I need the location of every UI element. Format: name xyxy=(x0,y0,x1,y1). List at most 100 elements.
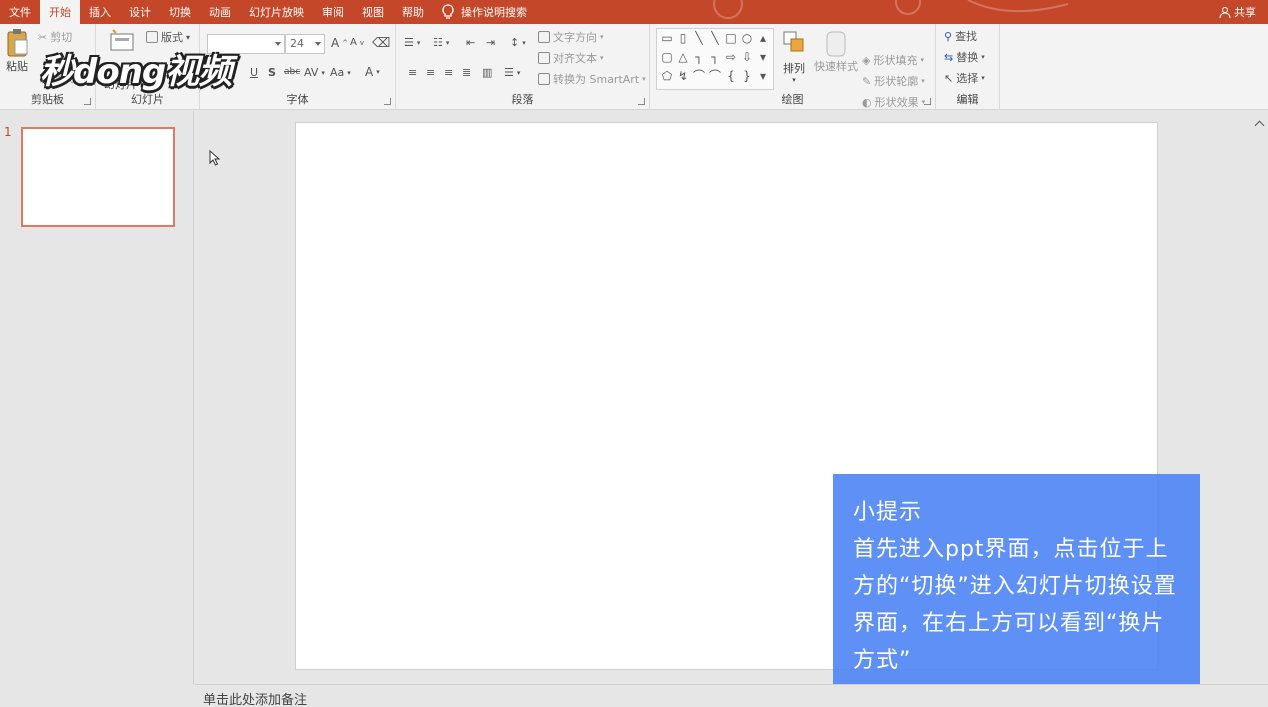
replace-button[interactable]: ⇆ 替换 ▾ xyxy=(944,49,985,65)
shape-fill-button[interactable]: ◈ 形状填充 ▾ xyxy=(862,52,924,68)
quick-styles-button[interactable]: 快速样式 xyxy=(814,30,858,74)
decrease-indent-icon: ⇤ xyxy=(466,36,476,49)
shape-gallery-item[interactable]: ┐ xyxy=(708,50,722,64)
shape-gallery-item[interactable]: } xyxy=(740,69,754,83)
numbering-button[interactable]: ☷ ▾ xyxy=(433,36,449,49)
tab-animations[interactable]: 动画 xyxy=(200,0,240,24)
decrease-indent-button[interactable]: ⇤ xyxy=(466,36,475,49)
replace-icon: ⇆ xyxy=(944,50,954,64)
arrange-button[interactable]: 排列 ▾ xyxy=(782,30,806,84)
tab-home[interactable]: 开始 xyxy=(40,0,80,24)
shape-gallery-item[interactable]: ⌒ xyxy=(708,69,722,83)
paste-button[interactable]: 粘贴 xyxy=(5,28,29,74)
select-button[interactable]: ↖ 选择 ▾ xyxy=(944,70,985,86)
shape-gallery-item[interactable]: ⇩ xyxy=(740,50,754,64)
search-icon: ⚲ xyxy=(944,29,953,43)
font-group-label: 字体 xyxy=(286,93,309,106)
justify-button[interactable]: ≣ xyxy=(462,66,471,79)
clipboard-icon xyxy=(7,29,28,57)
align-center-button[interactable]: ≡ xyxy=(426,66,435,79)
shape-gallery-item[interactable]: □ xyxy=(724,31,738,45)
ribbon-tab-bar: 文件 开始 插入 设计 切换 动画 幻灯片放映 审阅 视图 帮助 操作说明搜索 … xyxy=(0,0,1268,24)
chevron-down-icon: ▾ xyxy=(321,68,325,77)
share-button[interactable]: 共享 xyxy=(1219,0,1256,24)
slide-thumbnail[interactable] xyxy=(21,127,175,227)
shape-gallery-item[interactable]: ╲ xyxy=(708,31,722,45)
collapse-ribbon-icon[interactable] xyxy=(1254,120,1265,131)
grow-font-button[interactable]: A ^ xyxy=(331,36,348,50)
shape-gallery-item[interactable]: ┐ xyxy=(692,50,706,64)
italic-button[interactable]: I xyxy=(232,66,235,79)
shape-gallery-item[interactable]: △ xyxy=(676,50,690,64)
bullets-button[interactable]: ☰ ▾ xyxy=(404,36,420,49)
align-text-button[interactable]: 对齐文本 ▾ xyxy=(538,50,604,66)
paint-bucket-icon: ◈ xyxy=(862,53,871,67)
paragraph-group-label: 段落 xyxy=(511,93,534,106)
shape-outline-button[interactable]: ✎ 形状轮廓 ▾ xyxy=(862,73,925,89)
shrink-font-button[interactable]: Av xyxy=(350,37,364,48)
shape-gallery-item[interactable]: ▾ xyxy=(756,50,770,64)
shape-gallery-item[interactable]: ▢ xyxy=(660,50,674,64)
shape-gallery-item[interactable]: ⬠ xyxy=(660,69,674,83)
tab-design[interactable]: 设计 xyxy=(120,0,160,24)
text-direction-button[interactable]: 文字方向 ▾ xyxy=(538,29,604,45)
align-center-icon: ≡ xyxy=(426,66,436,79)
tab-view[interactable]: 视图 xyxy=(353,0,393,24)
chevron-down-icon: ▾ xyxy=(600,54,604,62)
smartart-button[interactable]: 转换为 SmartArt ▾ xyxy=(538,71,646,87)
shape-gallery-item[interactable]: ▭ xyxy=(660,31,674,45)
shape-gallery-item[interactable]: ↯ xyxy=(676,69,690,83)
char-spacing-button[interactable]: AV ▾ xyxy=(304,66,325,79)
layout-label: 版式 xyxy=(161,31,183,44)
shape-gallery-item[interactable]: ▯ xyxy=(676,31,690,45)
chevron-down-icon: ▾ xyxy=(416,38,421,47)
layout-button[interactable]: 版式 ▾ xyxy=(146,29,190,45)
change-case-button[interactable]: Aa ▾ xyxy=(330,66,351,79)
font-launcher[interactable] xyxy=(384,98,391,105)
line-spacing-button[interactable]: ↕ ▾ xyxy=(510,36,526,49)
columns-button[interactable]: ☰ ▾ xyxy=(504,66,520,79)
paste-label: 粘贴 xyxy=(6,60,28,73)
tab-review[interactable]: 审阅 xyxy=(313,0,353,24)
distributed-button[interactable]: ▥ xyxy=(482,66,492,79)
share-label: 共享 xyxy=(1234,6,1256,19)
chevron-down-icon: ▾ xyxy=(981,74,985,82)
shadow-button[interactable]: S xyxy=(268,66,276,79)
group-editing: ⚲ 查找 ⇆ 替换 ▾ ↖ 选择 ▾ 编辑 xyxy=(936,24,1000,110)
clipboard-launcher[interactable] xyxy=(84,98,91,105)
quick-styles-label: 快速样式 xyxy=(814,60,858,73)
header-decoration xyxy=(713,0,1069,19)
font-size-combo[interactable]: 24 xyxy=(285,34,325,54)
cut-button[interactable]: ✂ 剪切 xyxy=(38,29,72,45)
shapes-gallery[interactable]: ▭ ▯ ╲ ╲ □ ○ ▴ ▢ △ ┐ ┐ ⇨ ⇩ ▾ ⬠ ↯ ⌒ ⌒{} ▾ xyxy=(656,28,774,90)
shape-gallery-item[interactable]: ○ xyxy=(740,31,754,45)
tell-me-search[interactable]: 操作说明搜索 xyxy=(441,4,527,20)
shape-gallery-item[interactable]: ╲ xyxy=(692,31,706,45)
increase-indent-button[interactable]: ⇥ xyxy=(486,36,495,49)
scissors-icon: ✂ xyxy=(38,30,48,44)
numbering-icon: ☷ xyxy=(433,36,443,49)
shape-gallery-item[interactable]: ⌒ xyxy=(692,69,706,83)
align-left-button[interactable]: ≡ xyxy=(408,66,417,79)
shape-effects-button[interactable]: ◐ 形状效果 ▾ xyxy=(862,94,925,110)
tab-insert[interactable]: 插入 xyxy=(80,0,120,24)
shape-gallery-item[interactable]: ⇨ xyxy=(724,50,738,64)
shape-gallery-item[interactable]: { xyxy=(724,69,738,83)
shrink-font-icon: A xyxy=(350,37,357,48)
shape-gallery-item[interactable]: ▴ xyxy=(756,31,770,45)
tab-help[interactable]: 帮助 xyxy=(393,0,433,24)
shape-gallery-item[interactable]: ▾ xyxy=(756,69,770,83)
paragraph-launcher[interactable] xyxy=(638,98,645,105)
tab-transitions[interactable]: 切换 xyxy=(160,0,200,24)
tab-slideshow[interactable]: 幻灯片放映 xyxy=(240,0,313,24)
font-color-button[interactable]: A ▾ xyxy=(365,65,380,79)
tab-file[interactable]: 文件 xyxy=(0,0,40,24)
notes-pane[interactable]: 单击此处添加备注 xyxy=(195,684,1268,707)
arrange-icon xyxy=(783,31,804,52)
align-right-button[interactable]: ≡ xyxy=(444,66,453,79)
find-button[interactable]: ⚲ 查找 xyxy=(944,28,977,44)
strikethrough-button[interactable]: abc xyxy=(284,67,300,77)
underline-button[interactable]: U xyxy=(250,66,258,79)
clear-format-button[interactable]: ⌫ xyxy=(372,36,390,51)
watermark-logo: 秒dong视频 xyxy=(40,52,232,92)
